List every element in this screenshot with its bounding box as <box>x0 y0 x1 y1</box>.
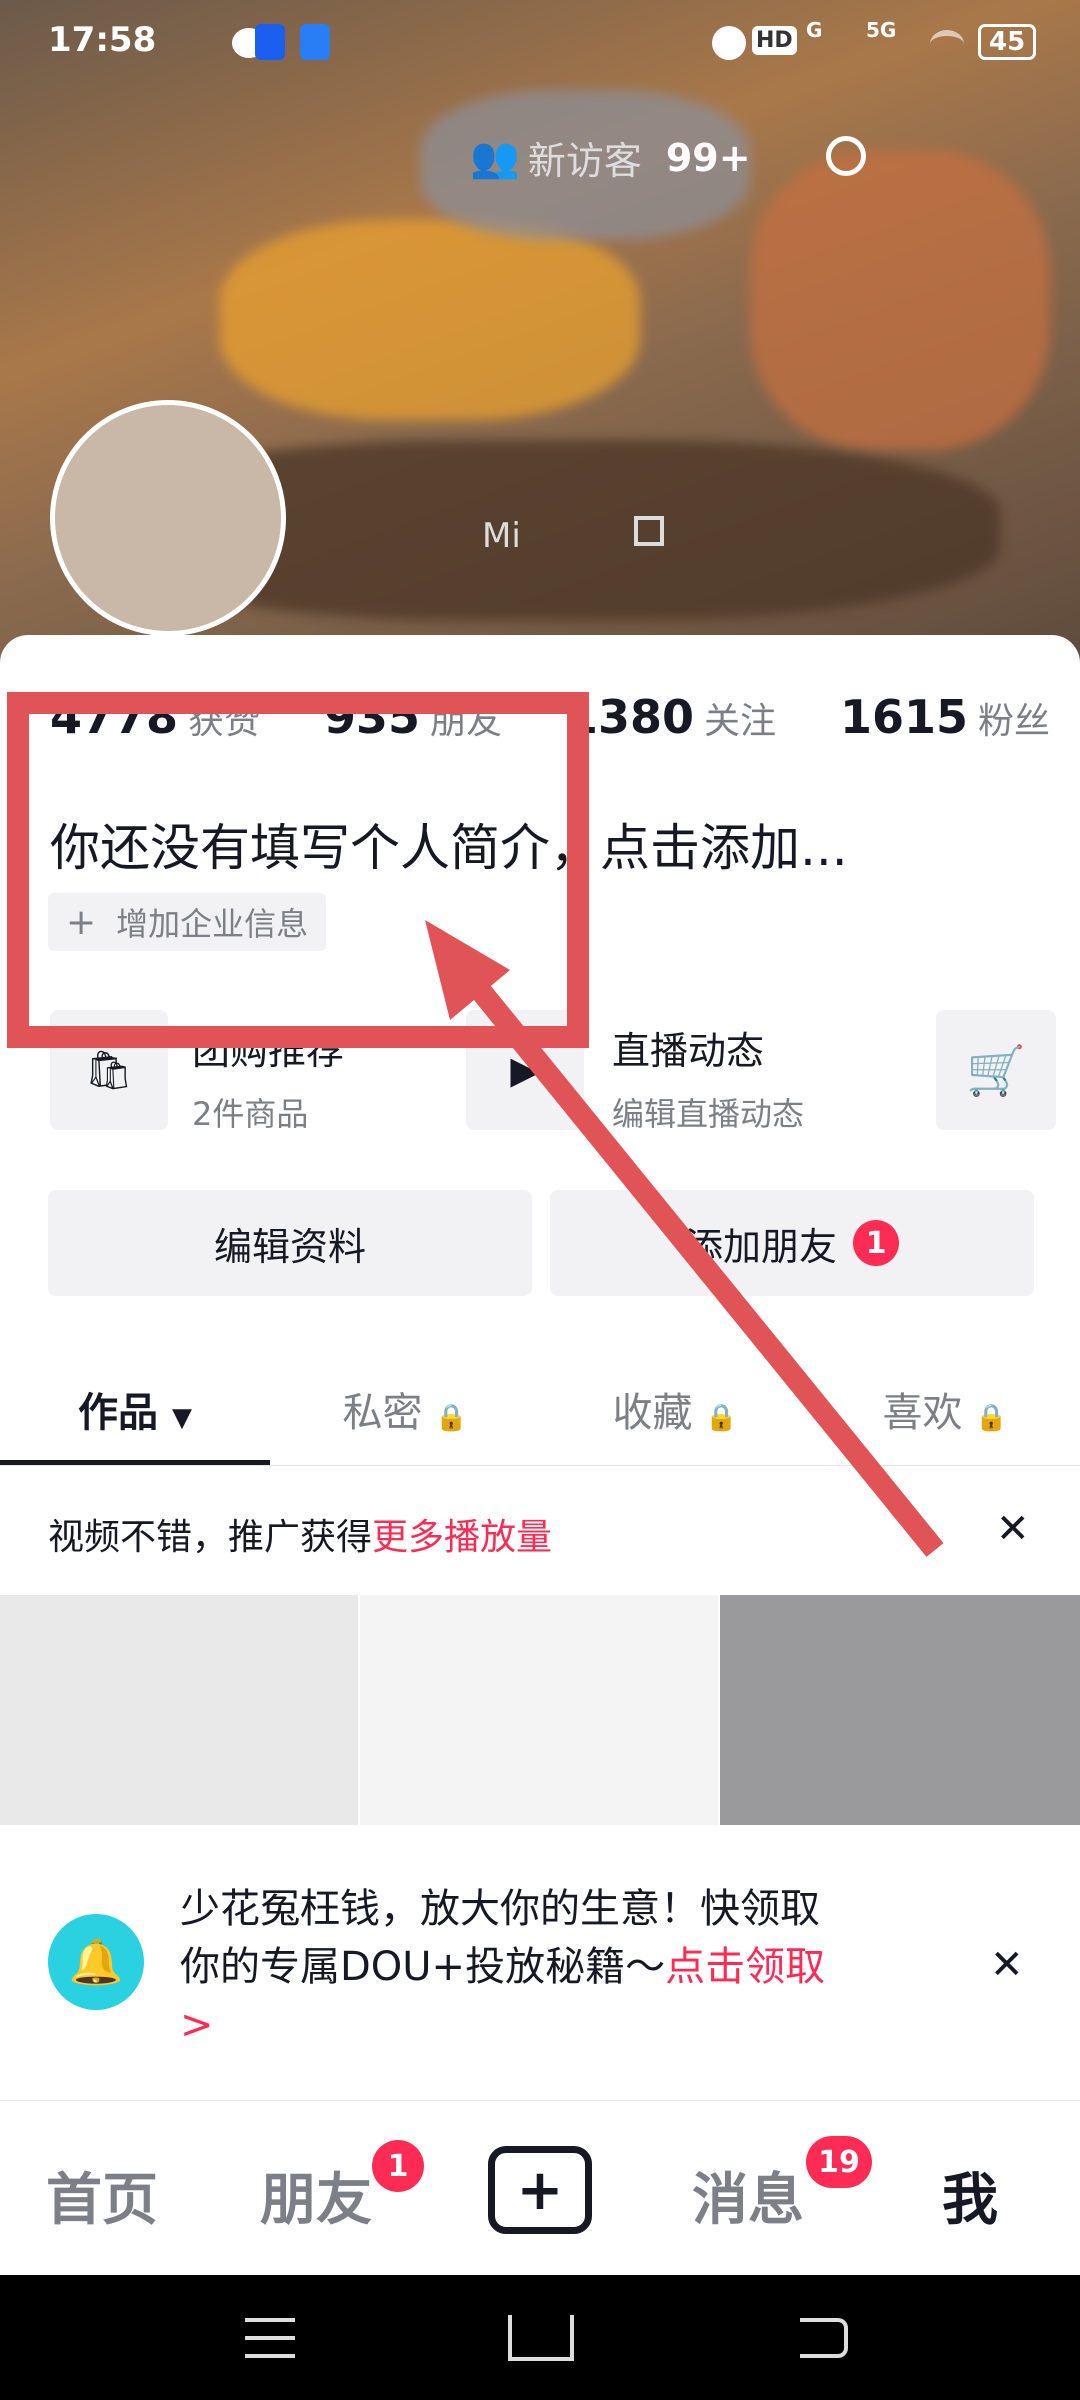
annotation-overlay <box>7 692 944 1557</box>
highlight-box <box>7 692 589 1048</box>
annotation-arrow-shaft <box>471 983 944 1557</box>
